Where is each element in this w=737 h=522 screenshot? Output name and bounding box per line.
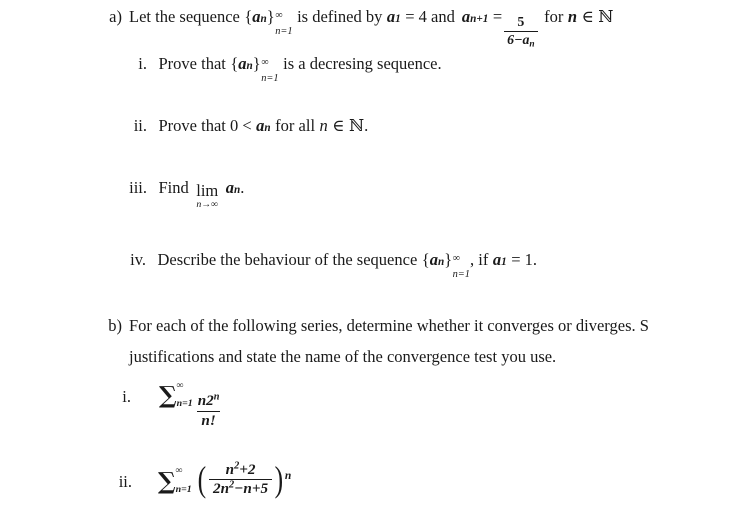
exercise-sheet-page: a) Let the sequence {a n} ∞ n=1 is defined …: [0, 0, 737, 522]
part-a-item-ii-line: ii. Prove that 0 < an for all n ∈ ℕ.: [124, 116, 369, 136]
recurrence-equals: =: [492, 7, 503, 26]
part-a-stem-post: for: [544, 7, 564, 26]
limit-subscript: n→∞: [196, 199, 219, 211]
sequence-subscript: n=1: [275, 26, 293, 38]
element-of-symbol: ∈: [581, 7, 594, 26]
sequence-notation-a: {a n} ∞ n=1: [244, 7, 293, 38]
part-a-stem-mid: is defined by: [297, 7, 383, 26]
item-ii-text-post: .: [364, 116, 369, 135]
recurrence-numerator: 5: [517, 14, 525, 30]
part-a-stem-line: a) Let the sequence {a n} ∞ n=1 is defined …: [100, 7, 614, 50]
first-term-var: a: [386, 7, 396, 26]
part-a-item-iii-line: iii. Find lim n→∞ an.: [117, 178, 245, 211]
item-ii-text-pre: Prove that 0 <: [158, 116, 252, 135]
item-iv-text-post: = 1.: [511, 250, 538, 269]
part-b-line2: justifications and state the name of the…: [129, 347, 557, 367]
series-ii-lower-limit: n=1: [175, 483, 192, 495]
part-a-item-iv-line: iv. Describe the behaviour of the sequen…: [118, 250, 538, 281]
part-b-line1: b) For each of the following series, det…: [100, 316, 649, 336]
item-ii-element-of: ∈: [332, 116, 345, 135]
item-iv-var: a: [492, 250, 502, 269]
stem-n-var: n: [567, 7, 578, 26]
recurrence-denominator: 6−an: [504, 30, 538, 49]
item-iii-var: a: [225, 178, 235, 197]
sequence-notation-i: {a n} ∞ n=1: [230, 54, 279, 85]
part-b-item-ii-line: ii. ∑ ∞ n=1 ( n2+2 2n2−n+5 ) n: [114, 458, 292, 498]
recurrence-var: a: [461, 7, 471, 26]
part-b-line2-text: justifications and state the name of the…: [129, 347, 557, 366]
series-i-marker: i.: [122, 387, 131, 406]
item-i-text-pre: Prove that: [158, 54, 226, 73]
series-ii-fraction: n2+2 2n2−n+5: [209, 460, 273, 498]
series-i-denominator: n!: [197, 411, 220, 430]
series-i-expression: ∑ ∞ n=1 n2n n!: [159, 381, 224, 430]
item-ii-text-mid: for all: [275, 116, 316, 135]
item-iv-text-pre: Describe the behaviour of the sequence: [157, 250, 418, 269]
series-ii-expression: ∑ ∞ n=1 ( n2+2 2n2−n+5 ) n: [158, 458, 292, 498]
part-a-marker: a): [109, 7, 122, 26]
series-ii-marker: ii.: [118, 472, 132, 492]
series-ii-exponent: n: [284, 470, 292, 483]
summation-operator-ii: ∑ ∞ n=1: [158, 466, 192, 495]
first-term-equation: = 4 and: [405, 7, 455, 26]
item-ii-var: a: [256, 116, 265, 135]
sequence-notation-iv: {a n} ∞ n=1: [421, 250, 470, 281]
item-ii-marker: ii.: [133, 116, 147, 135]
series-ii-numerator: n2+2: [225, 460, 256, 478]
item-ii-text: Prove that 0 < an for all n ∈ ℕ.: [158, 116, 369, 135]
item-iv-marker: iv.: [130, 250, 146, 269]
sequence-superscript: ∞: [275, 9, 283, 21]
series-i-numerator: n2n: [197, 391, 220, 410]
sigma-icon: ∑: [158, 466, 176, 495]
item-iv-text: Describe the behaviour of the sequence {…: [157, 250, 538, 281]
right-paren: ): [274, 459, 284, 499]
part-a-stem-text: Let the sequence {a n} ∞ n=1 is defined by …: [129, 7, 614, 50]
series-i-upper-limit: ∞: [176, 379, 184, 391]
item-i-text-post: is a decresing sequence.: [283, 54, 442, 73]
item-iii-text-pre: Find: [158, 178, 189, 197]
summation-operator-i: ∑ ∞ n=1: [159, 381, 193, 410]
part-b-item-i-line: i. ∑ ∞ n=1 n2n n!: [117, 381, 224, 430]
item-ii-n-var: n: [319, 116, 328, 135]
series-ii-upper-limit: ∞: [175, 465, 183, 477]
part-a-item-i-line: i. Prove that {a n} ∞ n=1 is a decresing se…: [131, 54, 442, 85]
left-paren: (: [197, 459, 207, 499]
series-ii-parenthesized-fraction: ( n2+2 2n2−n+5 ): [196, 459, 285, 499]
item-ii-natural-symbol: ℕ: [349, 116, 365, 135]
sigma-icon: ∑: [159, 381, 177, 410]
sequence-symbol: a: [252, 7, 261, 26]
limit-label: lim: [196, 180, 219, 200]
item-iv-text-mid: , if: [470, 250, 489, 269]
part-b-marker: b): [108, 316, 122, 335]
natural-numbers-symbol: ℕ: [598, 7, 614, 26]
series-i-fraction: n2n n!: [194, 391, 224, 430]
item-iii-text-post: .: [240, 178, 245, 197]
limit-operator: lim n→∞: [196, 180, 219, 211]
item-i-marker: i.: [138, 54, 147, 73]
part-b-line1-text: For each of the following series, determ…: [129, 316, 649, 335]
series-ii-denominator: 2n2−n+5: [209, 479, 273, 498]
series-i-lower-limit: n=1: [176, 398, 193, 410]
recurrence-fraction: 5 6−an: [504, 14, 538, 49]
item-i-text: Prove that {a n} ∞ n=1 is a decresing seque…: [158, 54, 442, 85]
part-a-stem-pre: Let the sequence: [129, 7, 240, 26]
item-iii-marker: iii.: [129, 178, 147, 197]
item-iii-text: Find lim n→∞ an.: [158, 178, 245, 211]
